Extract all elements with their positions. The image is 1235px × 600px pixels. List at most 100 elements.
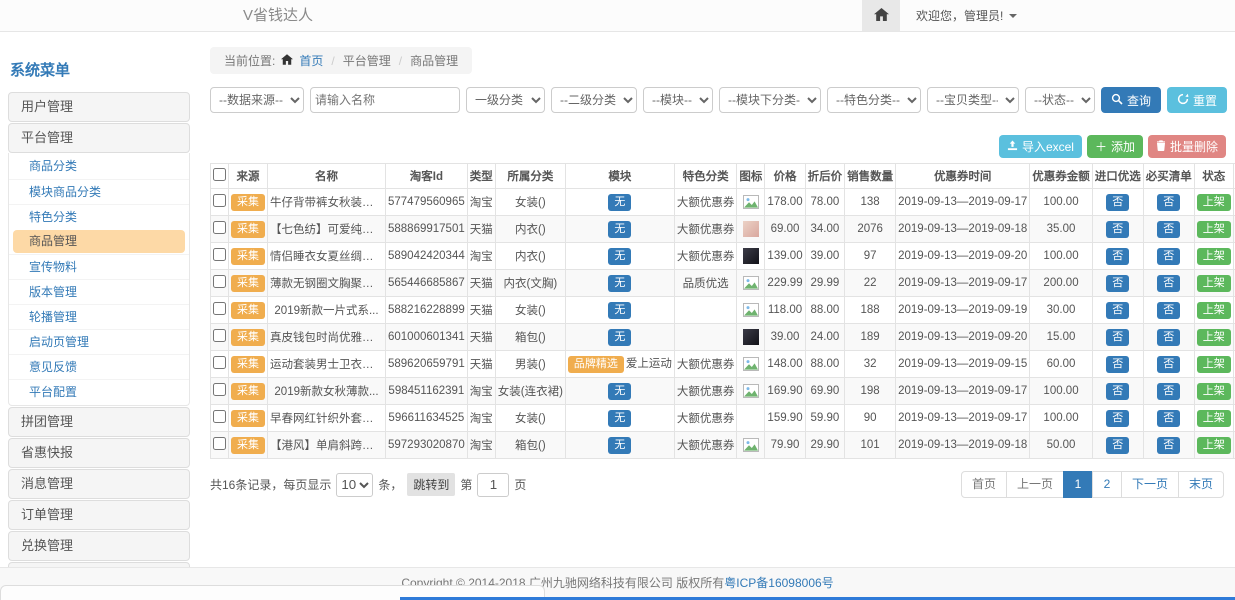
row-checkbox[interactable] xyxy=(213,221,226,234)
filter-select-data-source[interactable]: --数据来源-- xyxy=(210,87,304,113)
pager-page-2[interactable]: 2 xyxy=(1092,471,1122,498)
status-badge[interactable]: 上架 xyxy=(1197,437,1231,454)
import-excel-button[interactable]: 导入excel xyxy=(999,135,1082,158)
row-checkbox[interactable] xyxy=(213,356,226,369)
reset-button[interactable]: 重置 xyxy=(1167,87,1227,113)
status-badge[interactable]: 上架 xyxy=(1197,194,1231,211)
filter-select-status[interactable]: --状态-- xyxy=(1025,87,1095,113)
status-badge[interactable]: 上架 xyxy=(1197,221,1231,238)
row-checkbox[interactable] xyxy=(213,302,226,315)
sidebar-item-module-goods-category[interactable]: 模块商品分类 xyxy=(9,179,189,204)
row-checkbox-cell xyxy=(211,297,229,324)
sidebar-item-promo-material[interactable]: 宣传物料 xyxy=(9,254,189,279)
must-buy-badge[interactable]: 否 xyxy=(1157,194,1180,211)
per-page-select[interactable]: 10 xyxy=(336,473,373,497)
status-badge[interactable]: 上架 xyxy=(1197,329,1231,346)
must-buy-badge[interactable]: 否 xyxy=(1157,248,1180,265)
import-select-badge[interactable]: 否 xyxy=(1106,221,1129,238)
name-cell: 2019新款女秋薄款... xyxy=(268,378,386,405)
filter-select-module-sub-category[interactable]: --模块下分类-- xyxy=(719,87,821,113)
column-coupon-amount: 优惠券金额 xyxy=(1030,164,1093,189)
import-select-badge[interactable]: 否 xyxy=(1106,275,1129,292)
must-buy-badge[interactable]: 否 xyxy=(1157,383,1180,400)
jump-button[interactable]: 跳转到 xyxy=(407,473,455,496)
sales-cell: 32 xyxy=(845,351,896,378)
must-buy-cell: 否 xyxy=(1143,324,1194,351)
feature-cell: 大额优惠券 xyxy=(674,405,737,432)
row-checkbox[interactable] xyxy=(213,329,226,342)
must-buy-cell: 否 xyxy=(1143,216,1194,243)
filter-select-level1-category[interactable]: 一级分类 xyxy=(466,87,545,113)
pager-first[interactable]: 首页 xyxy=(961,471,1007,498)
sidebar-group-user-management[interactable]: 用户管理 xyxy=(8,92,190,122)
status-badge[interactable]: 上架 xyxy=(1197,248,1231,265)
filter-select-feature-category[interactable]: --特色分类-- xyxy=(827,87,921,113)
pager-last[interactable]: 末页 xyxy=(1178,471,1224,498)
must-buy-badge[interactable]: 否 xyxy=(1157,275,1180,292)
import-select-badge[interactable]: 否 xyxy=(1106,437,1129,454)
must-buy-badge[interactable]: 否 xyxy=(1157,221,1180,238)
row-checkbox-cell xyxy=(211,405,229,432)
import-select-cell: 否 xyxy=(1092,405,1143,432)
home-button[interactable] xyxy=(862,0,900,31)
chevron-down-icon xyxy=(1009,14,1017,18)
sidebar-group-message-management[interactable]: 消息管理 xyxy=(8,469,190,499)
row-checkbox[interactable] xyxy=(213,437,226,450)
sidebar-group-platform-management[interactable]: 平台管理 xyxy=(8,123,190,153)
sidebar-item-feedback[interactable]: 意见反馈 xyxy=(9,354,189,379)
batch-delete-button[interactable]: 批量删除 xyxy=(1148,135,1226,158)
icp-link[interactable]: 粤ICP备16098006号 xyxy=(724,576,833,590)
import-select-cell: 否 xyxy=(1092,432,1143,459)
sidebar-group-exchange-management[interactable]: 兑换管理 xyxy=(8,531,190,561)
sidebar-group-saving-express[interactable]: 省惠快报 xyxy=(8,438,190,468)
status-badge[interactable]: 上架 xyxy=(1197,383,1231,400)
pager-prev[interactable]: 上一页 xyxy=(1006,471,1064,498)
filter-input-name-search[interactable] xyxy=(310,87,460,113)
user-menu[interactable]: 欢迎您，管理员! xyxy=(916,7,1017,24)
import-select-badge[interactable]: 否 xyxy=(1106,383,1129,400)
sidebar-item-feature-category[interactable]: 特色分类 xyxy=(9,204,189,229)
sidebar-item-version-management[interactable]: 版本管理 xyxy=(9,279,189,304)
row-checkbox[interactable] xyxy=(213,383,226,396)
import-select-badge[interactable]: 否 xyxy=(1106,194,1129,211)
row-checkbox[interactable] xyxy=(213,248,226,261)
pager: 首页上一页12下一页末页 xyxy=(961,471,1224,498)
icon-cell xyxy=(737,189,765,216)
select-all-checkbox[interactable] xyxy=(213,168,226,181)
sidebar-item-goods-management[interactable]: 商品管理 xyxy=(13,230,185,253)
status-badge[interactable]: 上架 xyxy=(1197,410,1231,427)
import-select-badge[interactable]: 否 xyxy=(1106,329,1129,346)
status-badge[interactable]: 上架 xyxy=(1197,356,1231,373)
must-buy-badge[interactable]: 否 xyxy=(1157,356,1180,373)
sidebar-group-group-buy-management[interactable]: 拼团管理 xyxy=(8,407,190,437)
filter-select-level2-category[interactable]: --二级分类-- xyxy=(551,87,637,113)
import-select-badge[interactable]: 否 xyxy=(1106,356,1129,373)
row-checkbox[interactable] xyxy=(213,410,226,423)
status-badge[interactable]: 上架 xyxy=(1197,302,1231,319)
pager-page-1[interactable]: 1 xyxy=(1063,471,1093,498)
add-button[interactable]: ＋ 添加 xyxy=(1087,135,1143,158)
search-button[interactable]: 查询 xyxy=(1101,87,1161,113)
import-select-badge[interactable]: 否 xyxy=(1106,302,1129,319)
must-buy-badge[interactable]: 否 xyxy=(1157,410,1180,427)
must-buy-badge[interactable]: 否 xyxy=(1157,437,1180,454)
import-select-badge[interactable]: 否 xyxy=(1106,248,1129,265)
pager-next[interactable]: 下一页 xyxy=(1121,471,1179,498)
status-badge[interactable]: 上架 xyxy=(1197,275,1231,292)
sidebar-group-order-management[interactable]: 订单管理 xyxy=(8,500,190,530)
must-buy-badge[interactable]: 否 xyxy=(1157,302,1180,319)
module-badge: 无 xyxy=(608,329,631,346)
row-checkbox[interactable] xyxy=(213,194,226,207)
jump-page-input[interactable] xyxy=(477,473,509,497)
sidebar-item-goods-category[interactable]: 商品分类 xyxy=(9,154,189,179)
sidebar-item-splash-management[interactable]: 启动页管理 xyxy=(9,329,189,354)
status-cell: 上架 xyxy=(1194,243,1233,270)
must-buy-badge[interactable]: 否 xyxy=(1157,329,1180,346)
sidebar-item-carousel-management[interactable]: 轮播管理 xyxy=(9,304,189,329)
sidebar-item-platform-config[interactable]: 平台配置 xyxy=(9,379,189,404)
import-select-badge[interactable]: 否 xyxy=(1106,410,1129,427)
row-checkbox[interactable] xyxy=(213,275,226,288)
breadcrumb-home-link[interactable]: 首页 xyxy=(299,52,323,69)
filter-select-module[interactable]: --模块-- xyxy=(643,87,713,113)
filter-select-item-type[interactable]: --宝贝类型-- xyxy=(927,87,1019,113)
